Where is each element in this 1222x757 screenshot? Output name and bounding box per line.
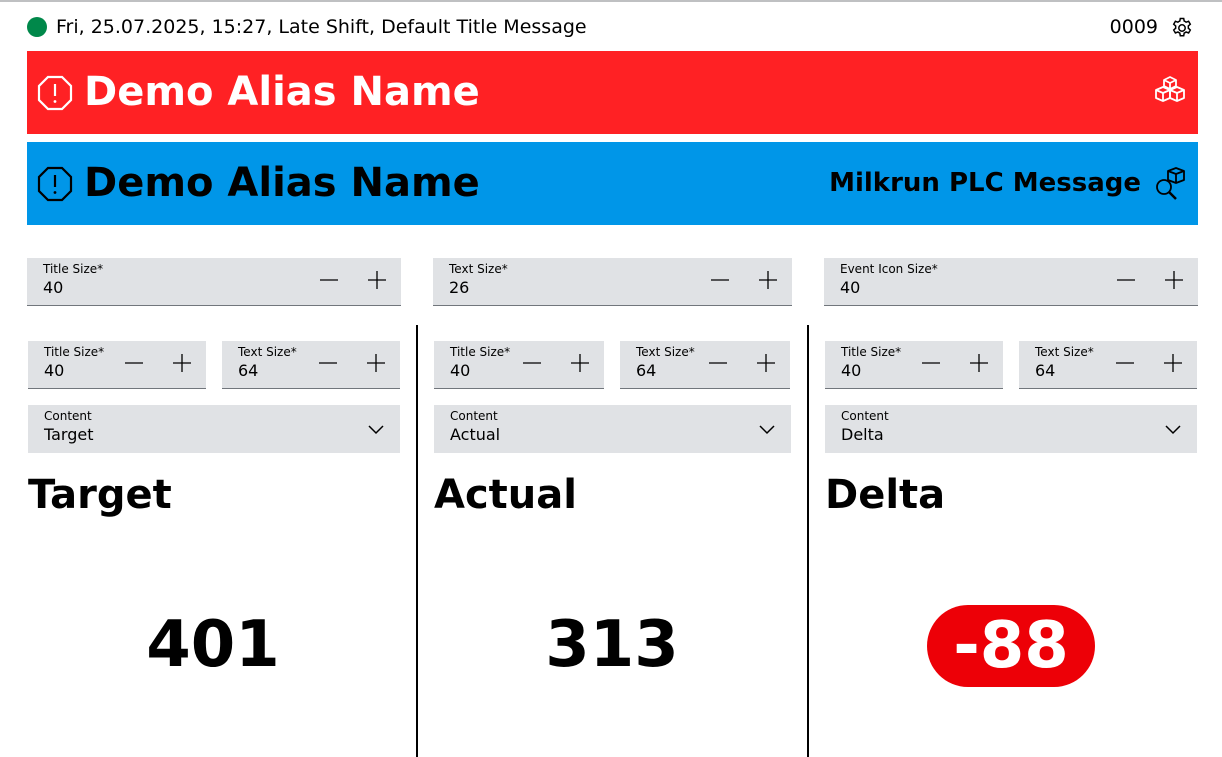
increment-button[interactable] <box>566 349 594 377</box>
column-value: 401 <box>28 605 398 685</box>
event-banner-blue: Demo Alias Name Milkrun PLC Message <box>27 142 1198 225</box>
field-label: Text Size* <box>1035 345 1094 359</box>
decrement-button[interactable] <box>917 349 945 377</box>
field-label: Title Size* <box>44 345 105 359</box>
increment-button[interactable] <box>752 349 780 377</box>
alert-octagon-icon <box>37 166 73 202</box>
field-label: Event Icon Size* <box>840 262 938 276</box>
field-value[interactable]: 40 <box>43 278 63 298</box>
status-indicator <box>27 17 47 37</box>
decrement-button[interactable] <box>120 349 148 377</box>
field-label: Text Size* <box>449 262 508 276</box>
increment-button[interactable] <box>965 349 993 377</box>
column-title: Delta <box>825 472 946 518</box>
delta-badge: -88 <box>927 605 1095 687</box>
content-select[interactable]: Content Delta <box>825 405 1197 453</box>
column-value: -88 <box>825 605 1197 687</box>
field-value[interactable]: 40 <box>44 361 64 381</box>
field-label: Title Size* <box>841 345 902 359</box>
message-count: 0009 <box>1109 16 1158 38</box>
column-text-size-field: Text Size* 64 <box>620 341 790 389</box>
field-value[interactable]: 40 <box>841 361 861 381</box>
boxes-icon <box>1155 76 1185 102</box>
increment-button[interactable] <box>168 349 196 377</box>
column-value: 313 <box>434 605 790 685</box>
increment-button[interactable] <box>1160 266 1188 294</box>
banner-message: Milkrun PLC Message <box>829 168 1141 198</box>
field-value[interactable]: 64 <box>636 361 656 381</box>
field-value[interactable]: 40 <box>450 361 470 381</box>
box-search-icon <box>1156 167 1185 200</box>
chevron-down-icon[interactable] <box>366 419 386 439</box>
field-label: Content <box>44 409 92 423</box>
field-value: Delta <box>841 425 884 444</box>
text-size-field: Text Size* 26 <box>433 258 792 306</box>
status-text: Fri, 25.07.2025, 15:27, Late Shift, Defa… <box>56 16 587 38</box>
decrement-button[interactable] <box>1111 349 1139 377</box>
title-size-field: Title Size* 40 <box>27 258 401 306</box>
column-title: Target <box>28 472 172 518</box>
event-icon-size-field: Event Icon Size* 40 <box>824 258 1198 306</box>
increment-button[interactable] <box>362 349 390 377</box>
decrement-button[interactable] <box>706 266 734 294</box>
column-title: Actual <box>434 472 577 518</box>
increment-button[interactable] <box>1159 349 1187 377</box>
decrement-button[interactable] <box>518 349 546 377</box>
field-value[interactable]: 64 <box>238 361 258 381</box>
column-title-size-field: Title Size* 40 <box>434 341 604 389</box>
decrement-button[interactable] <box>314 349 342 377</box>
banner-title: Demo Alias Name <box>84 69 480 115</box>
decrement-button[interactable] <box>1112 266 1140 294</box>
content-select[interactable]: Content Actual <box>434 405 791 453</box>
chevron-down-icon[interactable] <box>757 419 777 439</box>
field-value: Target <box>44 425 94 444</box>
alert-octagon-icon <box>37 75 73 111</box>
value-text: 401 <box>146 608 280 682</box>
top-border <box>0 0 1222 2</box>
column-text-size-field: Text Size* 64 <box>222 341 400 389</box>
field-label: Title Size* <box>450 345 511 359</box>
column-title-size-field: Title Size* 40 <box>28 341 206 389</box>
status-bar: Fri, 25.07.2025, 15:27, Late Shift, Defa… <box>27 14 1198 42</box>
decrement-button[interactable] <box>315 266 343 294</box>
banner-title: Demo Alias Name <box>84 160 480 206</box>
field-value: Actual <box>450 425 501 444</box>
field-label: Title Size* <box>43 262 104 276</box>
column-title-size-field: Title Size* 40 <box>825 341 1003 389</box>
field-label: Content <box>841 409 889 423</box>
column-divider <box>416 325 418 757</box>
field-label: Content <box>450 409 498 423</box>
increment-button[interactable] <box>754 266 782 294</box>
field-label: Text Size* <box>636 345 695 359</box>
gear-icon[interactable] <box>1170 16 1194 40</box>
chevron-down-icon[interactable] <box>1163 419 1183 439</box>
event-banner-red: Demo Alias Name <box>27 51 1198 134</box>
field-value[interactable]: 26 <box>449 278 469 298</box>
column-divider <box>807 325 809 757</box>
value-text: 313 <box>545 608 679 682</box>
increment-button[interactable] <box>363 266 391 294</box>
column-text-size-field: Text Size* 64 <box>1019 341 1197 389</box>
field-value[interactable]: 40 <box>840 278 860 298</box>
content-select[interactable]: Content Target <box>28 405 400 453</box>
decrement-button[interactable] <box>704 349 732 377</box>
field-label: Text Size* <box>238 345 297 359</box>
field-value[interactable]: 64 <box>1035 361 1055 381</box>
